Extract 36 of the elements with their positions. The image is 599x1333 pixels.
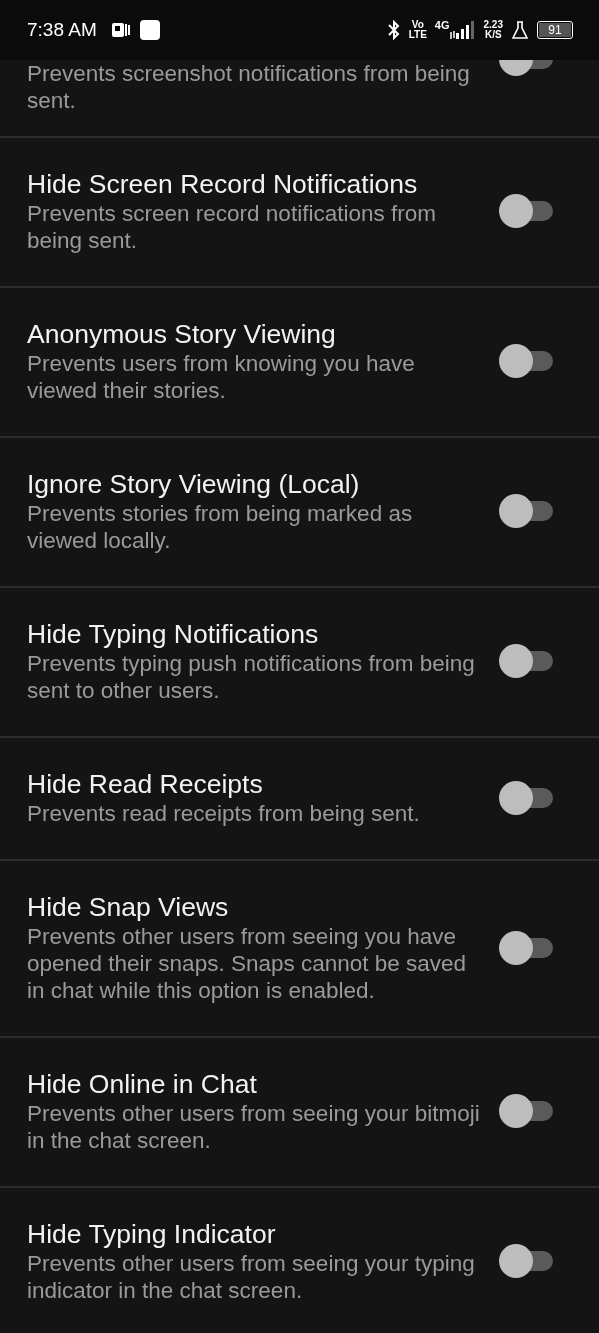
flask-icon <box>511 20 529 40</box>
toggle-switch[interactable] <box>499 930 553 965</box>
setting-description: Prevents other users from seeing you have opened their snaps. Snaps cannot be saved in chat while this option is enabled. <box>27 923 468 1004</box>
setting-title: Hide Screen Record Notifications <box>27 168 419 200</box>
setting-description: Prevents other users from seeing your bitmoji in the chat screen. <box>27 1100 481 1154</box>
battery-indicator: 91 <box>537 21 573 39</box>
setting-description: Prevents read receipts from being sent. <box>27 800 421 827</box>
signal-icon <box>449 19 476 41</box>
toggle-switch[interactable] <box>499 60 553 76</box>
toggle-switch[interactable] <box>499 780 553 815</box>
setting-title: Hide Typing Notifications <box>27 618 320 650</box>
setting-title: Ignore Story Viewing (Local) <box>27 468 361 500</box>
toggle-switch[interactable] <box>499 194 553 228</box>
setting-description: Prevents other users from seeing your typing indicator in the chat screen. <box>27 1250 476 1304</box>
toggle-switch[interactable] <box>499 644 553 678</box>
volte-indicator: Vo LTE <box>408 20 427 40</box>
toggle-switch[interactable] <box>499 1244 553 1278</box>
square-notification-icon <box>138 19 161 41</box>
toggle-switch[interactable] <box>499 344 553 378</box>
setting-description: Prevents typing push notifications from being sent to other users. <box>27 650 476 704</box>
setting-description: Prevents screen record notifications from being sent. <box>27 200 437 254</box>
setting-description: Prevents users from knowing you have viewed their stories. <box>27 350 416 404</box>
app-notification-icon <box>110 20 131 40</box>
bluetooth-icon <box>386 20 401 40</box>
toggle-switch[interactable] <box>499 494 553 528</box>
toggle-switch[interactable] <box>499 1094 553 1128</box>
setting-title: Anonymous Story Viewing <box>27 318 337 350</box>
status-time: 7:38 AM <box>27 19 97 41</box>
setting-title: Hide Typing Indicator <box>27 1218 277 1250</box>
setting-title: Hide Snap Views <box>27 891 230 923</box>
setting-title: Hide Read Receipts <box>27 768 264 800</box>
setting-title: Hide Online in Chat <box>27 1068 258 1100</box>
network-speed: 2.23 K/S <box>483 20 503 40</box>
network-type: 4G <box>434 19 450 31</box>
setting-description: Prevents stories from being marked as viewed locally. <box>27 500 414 554</box>
setting-description: Prevents screenshot notifications from being sent. <box>27 60 471 114</box>
